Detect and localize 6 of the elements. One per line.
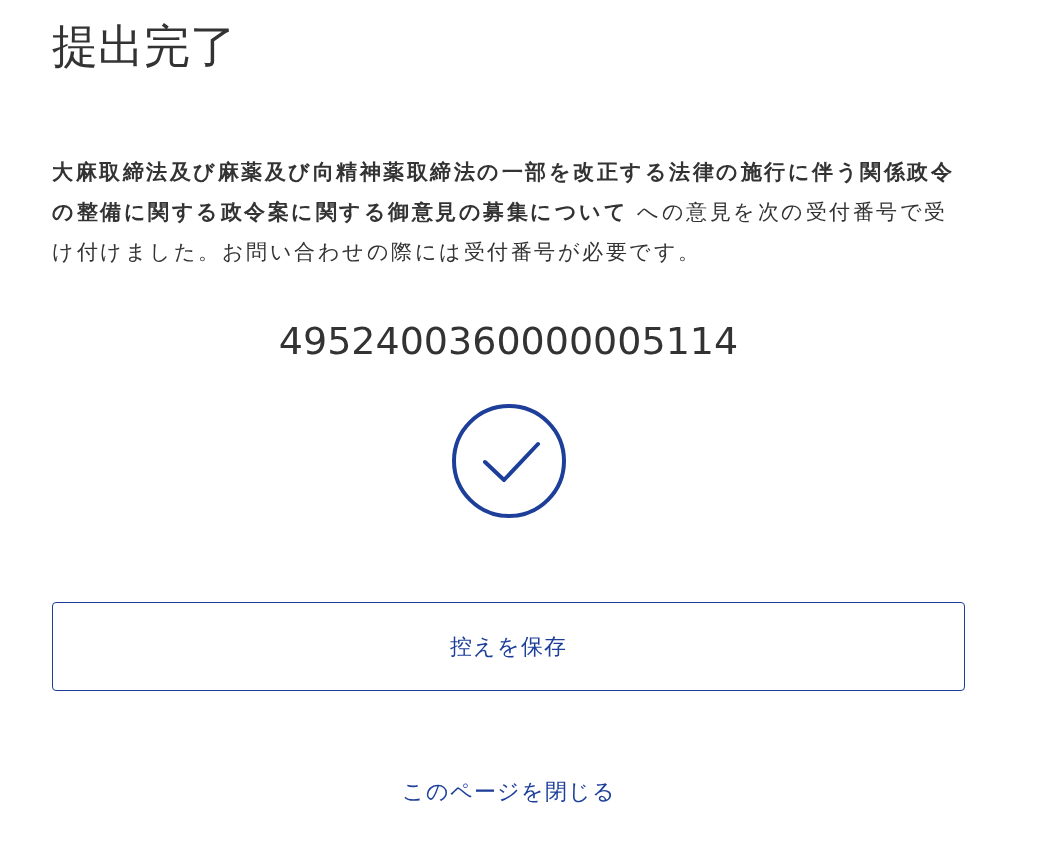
receipt-number: 4952400360000005114 [277, 318, 740, 365]
page-title: 提出完了 [52, 18, 237, 75]
confirmation-message: 大麻取締法及び麻薬及び向精神薬取締法の一部を改正する法律の施行に伴う関係政令の整備に関する政令案に関する御意見の募集について への意見を次の受付番号で受け付けました。お問い合わせの際には受付番号が必要です。 [52, 159, 955, 266]
check-circle-icon [451, 404, 566, 518]
save-copy-button[interactable]: 控えを保存 [52, 602, 965, 691]
close-page-link[interactable]: このページを閉じる [401, 777, 616, 807]
